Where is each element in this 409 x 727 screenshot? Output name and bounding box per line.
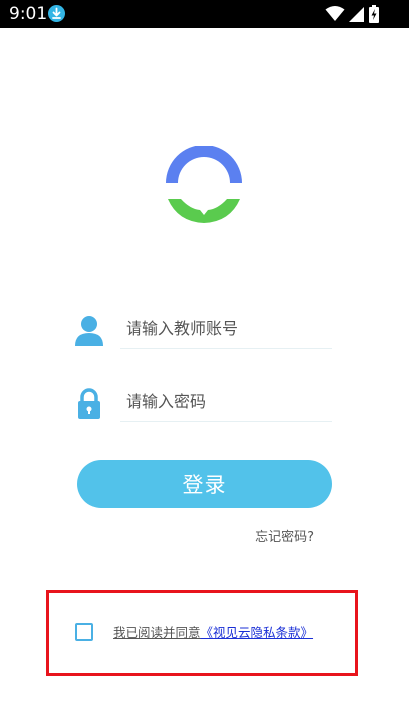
password-underline bbox=[120, 421, 332, 422]
password-field bbox=[74, 384, 336, 424]
status-bar: 9:01 bbox=[0, 0, 409, 28]
wifi-icon bbox=[325, 5, 345, 27]
agreement-checkbox[interactable] bbox=[75, 623, 93, 641]
login-button[interactable]: 登录 bbox=[77, 460, 332, 508]
account-underline bbox=[120, 348, 332, 349]
user-icon bbox=[74, 315, 104, 347]
password-input[interactable] bbox=[120, 384, 332, 418]
cell-signal-icon bbox=[348, 5, 365, 27]
account-input[interactable] bbox=[120, 311, 332, 345]
agreement-label[interactable]: 我已阅读并同意 bbox=[113, 625, 201, 640]
status-time: 9:01 bbox=[9, 4, 48, 24]
privacy-policy-link[interactable]: 《视见云隐私条款》 bbox=[201, 625, 314, 640]
agreement-highlight-box: 我已阅读并同意《视见云隐私条款》 bbox=[46, 590, 358, 676]
account-field bbox=[74, 311, 336, 351]
lock-icon bbox=[74, 388, 104, 420]
forgot-password-link[interactable]: 忘记密码? bbox=[248, 526, 314, 545]
app-logo bbox=[164, 145, 244, 226]
download-notification-icon bbox=[48, 5, 65, 22]
logo-bottom-arc bbox=[168, 199, 240, 223]
logo-top-arc bbox=[166, 145, 242, 183]
agreement-text: 我已阅读并同意《视见云隐私条款》 bbox=[113, 625, 313, 641]
battery-charging-icon bbox=[369, 5, 379, 27]
